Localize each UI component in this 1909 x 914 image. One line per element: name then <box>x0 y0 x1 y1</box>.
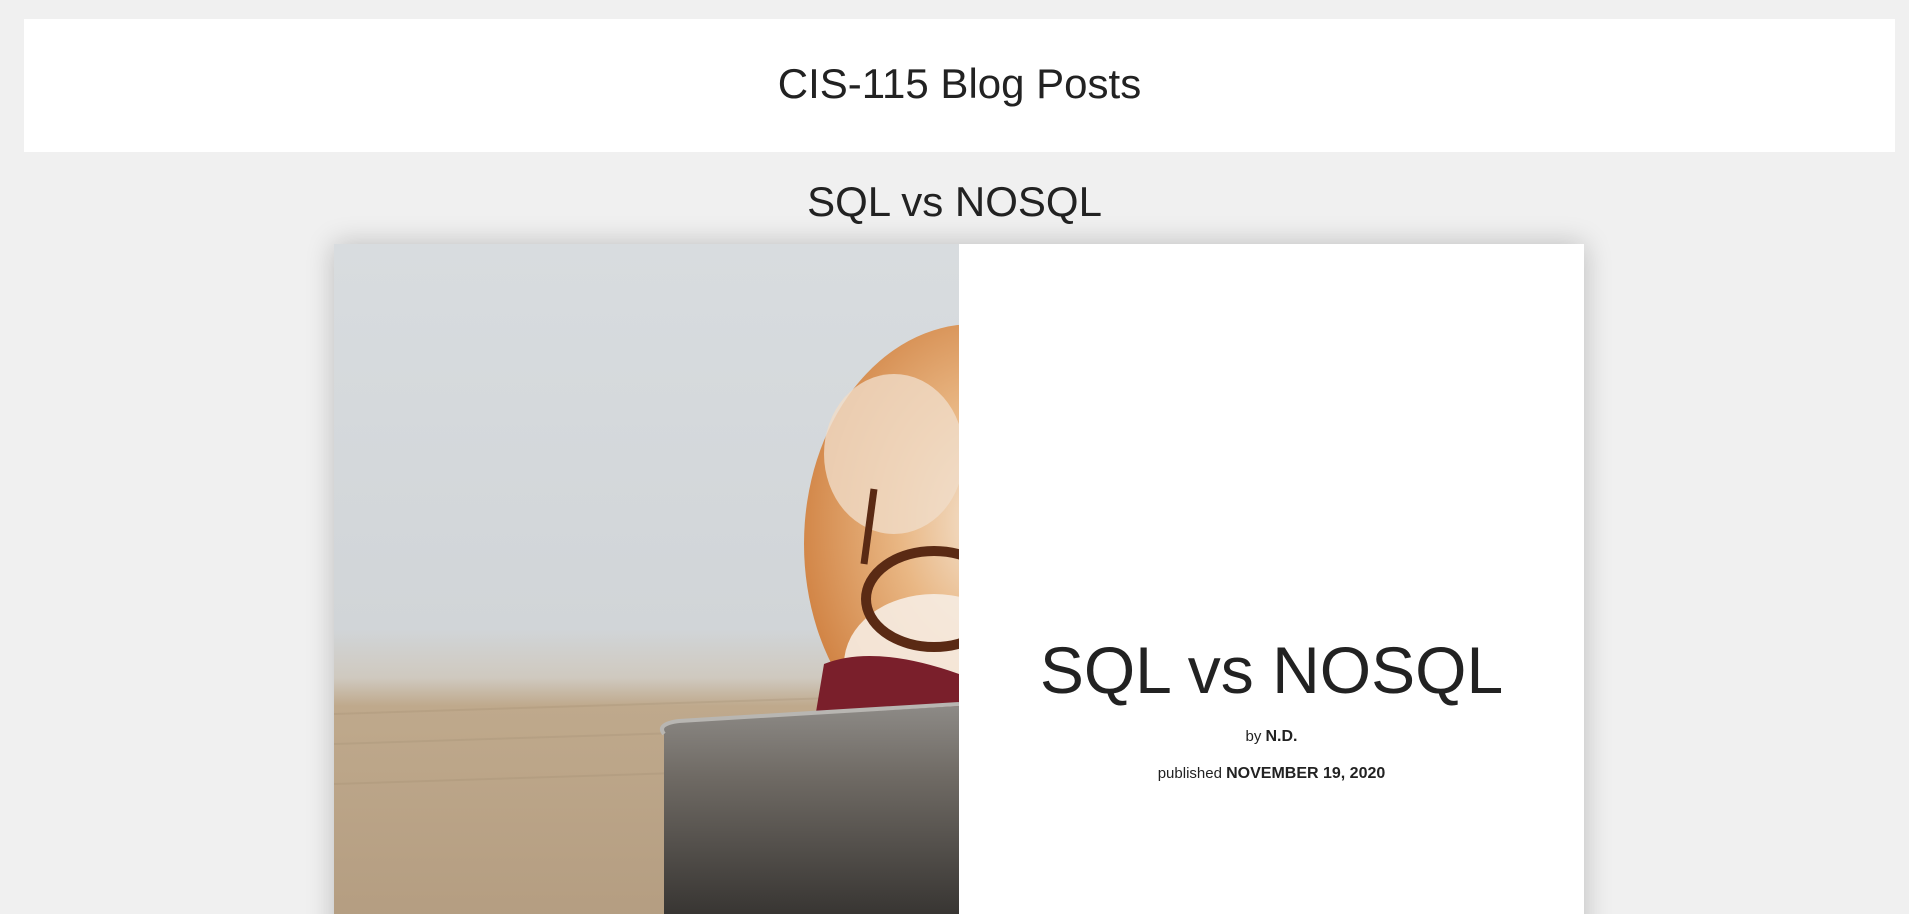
post-image[interactable] <box>334 244 959 914</box>
author-name: N.D. <box>1265 728 1298 745</box>
post-info: SQL vs NOSQL by N.D. published NOVEMBER … <box>959 244 1584 914</box>
page: CIS-115 Blog Posts SQL vs NOSQL SQL vs N… <box>0 0 1909 914</box>
post-title[interactable]: SQL vs NOSQL <box>959 632 1584 708</box>
publish-date: NOVEMBER 19, 2020 <box>1226 765 1386 782</box>
site-header: CIS-115 Blog Posts <box>24 19 1895 152</box>
dog-laptop-illustration <box>334 244 959 914</box>
author-prefix: by <box>1245 728 1262 745</box>
post-date-line: published NOVEMBER 19, 2020 <box>959 765 1584 783</box>
post-card[interactable]: SQL vs NOSQL by N.D. published NOVEMBER … <box>334 244 1584 914</box>
date-prefix: published <box>1157 765 1222 782</box>
post-author-line: by N.D. <box>959 728 1584 746</box>
post-heading[interactable]: SQL vs NOSQL <box>0 178 1909 226</box>
site-title: CIS-115 Blog Posts <box>777 59 1142 107</box>
